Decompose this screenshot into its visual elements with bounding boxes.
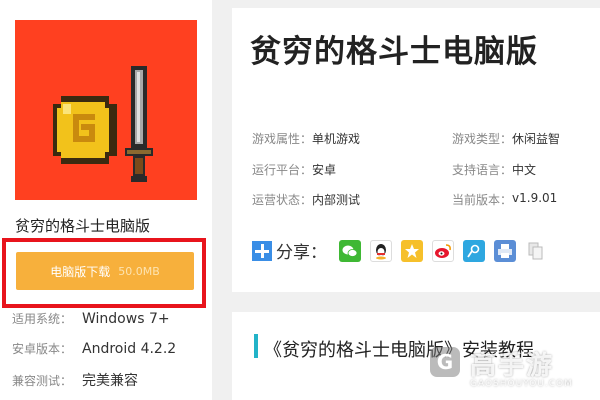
qq-icon[interactable] [370,239,392,262]
qzone-icon[interactable] [401,239,423,262]
attr-value: 休闲益智 [512,132,561,146]
attr-key: 运营状态： [252,193,313,207]
pc-download-button[interactable]: 电脑版下载 50.0MB [16,252,194,290]
site-watermark: G 高手游 GAOSHOUYOU.COM [430,345,600,400]
attr-key: 支持语言： [452,163,513,177]
attr-game-property: 游戏属性： 单机游戏 [252,130,360,147]
game-detail-panel: 贫穷的格斗士电脑版 游戏属性： 单机游戏 游戏类型： 休闲益智 运行平台： 安卓… [232,8,600,292]
page-title: 贫穷的格斗士电脑版 [250,34,538,70]
coin-icon [53,96,117,164]
info-row-system: 适用系统： Windows 7+ [12,310,170,327]
attr-platform: 运行平台： 安卓 [252,161,336,178]
coin-sword-illustration [53,66,153,182]
attr-game-type: 游戏类型： 休闲益智 [452,130,560,147]
info-row-compat: 兼容测试： 完美兼容 [12,370,138,390]
attr-value: v1.9.01 [512,191,558,205]
tencent-weibo-icon[interactable] [463,239,485,262]
weibo-icon[interactable] [432,239,454,262]
info-value: 完美兼容 [82,373,138,389]
attr-value: 中文 [512,163,537,177]
info-key: 安卓版本： [12,342,73,356]
attr-version: 当前版本： v1.9.01 [452,191,557,208]
sword-icon [125,66,153,182]
copy-icon[interactable] [525,239,547,262]
attr-value: 单机游戏 [312,132,361,146]
section-accent-bar [254,334,258,358]
watermark-domain: GAOSHOUYOU.COM [470,379,573,389]
info-value: Android 4.2.2 [82,341,177,357]
attr-key: 游戏属性： [252,132,313,146]
wechat-icon[interactable] [339,239,361,262]
print-icon[interactable] [494,239,516,262]
attr-key: 运行平台： [252,163,313,177]
info-key: 适用系统： [12,312,73,326]
watermark-logo-icon: G [430,347,460,377]
attr-value: 安卓 [312,163,337,177]
info-row-android: 安卓版本： Android 4.2.2 [12,340,176,357]
game-title: 贫穷的格斗士电脑版 [15,217,151,235]
plus-icon[interactable] [252,240,272,261]
share-label: 分享： [276,243,327,263]
download-label: 电脑版下载 [50,264,111,279]
info-value: Windows 7+ [82,311,170,327]
info-key: 兼容测试： [12,374,73,388]
download-size: 50.0MB [118,264,160,278]
attr-status: 运营状态： 内部测试 [252,191,360,208]
download-highlight-box: 电脑版下载 50.0MB [2,238,206,308]
attr-language: 支持语言： 中文 [452,161,536,178]
game-cover-image [15,20,197,200]
attr-key: 当前版本： [452,193,513,207]
game-sidebar: 贫穷的格斗士电脑版 电脑版下载 50.0MB 适用系统： Windows 7+ … [0,0,212,400]
share-bar: 分享： [252,238,556,263]
attr-key: 游戏类型： [452,132,513,146]
attr-value: 内部测试 [312,193,361,207]
watermark-brand: 高手游 [470,351,555,381]
